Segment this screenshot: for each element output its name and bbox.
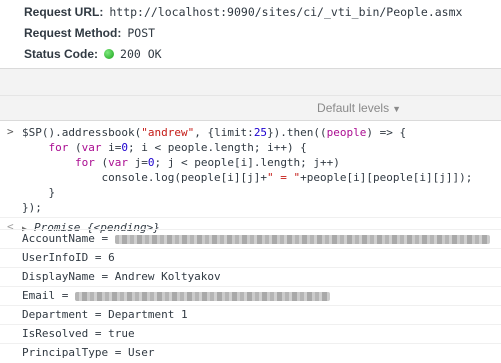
log-text-department: Department = Department 1 bbox=[22, 308, 188, 321]
log-text-isresolved: IsResolved = true bbox=[22, 327, 135, 340]
status-code-label: Status Code: bbox=[24, 47, 99, 61]
code-line-2[interactable]: for (var i=0; i < people.length; i++) { bbox=[22, 140, 307, 155]
log-entry: Email = bbox=[0, 286, 501, 306]
request-url-row: Request URL: http://localhost:9090/sites/… bbox=[24, 2, 462, 22]
status-code-row: Status Code: 200 OK bbox=[24, 44, 162, 64]
redacted-value bbox=[74, 291, 330, 301]
log-entry: PrincipalType = User bbox=[0, 343, 501, 363]
log-levels-dropdown[interactable]: Default levels ▼ bbox=[317, 96, 401, 120]
console-toolbar: Default levels ▼ bbox=[0, 96, 501, 121]
log-entry: DisplayName = Andrew Koltyakov bbox=[0, 267, 501, 287]
redacted-value bbox=[114, 234, 490, 244]
code-line-4[interactable]: console.log(people[i][j]+" = "+people[i]… bbox=[22, 170, 472, 185]
log-entry: IsResolved = true bbox=[0, 324, 501, 344]
request-headers-panel: Request URL: http://localhost:9090/sites/… bbox=[0, 0, 501, 68]
prompt-chevron-icon: > bbox=[7, 125, 14, 138]
log-levels-label: Default levels bbox=[317, 101, 390, 115]
request-method-row: Request Method: POST bbox=[24, 23, 155, 43]
request-url-label: Request URL: bbox=[24, 5, 104, 19]
log-text-accountname: AccountName = bbox=[22, 230, 490, 248]
log-text-principaltype: PrincipalType = User bbox=[22, 346, 155, 359]
console-output-area[interactable]: > $SP().addressbook("andrew", {limit:25}… bbox=[0, 121, 501, 363]
log-entry: UserInfoID = 6 bbox=[0, 248, 501, 268]
triangle-down-icon: ▼ bbox=[392, 104, 401, 114]
log-text-displayname: DisplayName = Andrew Koltyakov bbox=[22, 270, 221, 283]
status-code-value: 200 OK bbox=[120, 47, 162, 61]
request-method-value: POST bbox=[127, 26, 156, 40]
log-text-userinfoid: UserInfoID = 6 bbox=[22, 251, 115, 264]
code-line-1[interactable]: $SP().addressbook("andrew", {limit:25}).… bbox=[22, 125, 406, 140]
code-line-5[interactable]: } bbox=[22, 185, 55, 200]
log-entry: Department = Department 1 bbox=[0, 305, 501, 325]
panel-divider bbox=[0, 68, 501, 96]
status-ok-icon bbox=[104, 49, 115, 59]
log-text-email: Email = bbox=[22, 287, 330, 305]
request-url-value[interactable]: http://localhost:9090/sites/ci/_vti_bin/… bbox=[109, 5, 462, 19]
code-line-3[interactable]: for (var j=0; j < people[i].length; j++) bbox=[22, 155, 340, 170]
code-line-6[interactable]: }); bbox=[22, 200, 42, 215]
log-entry: AccountName = bbox=[0, 229, 501, 249]
request-method-label: Request Method: bbox=[24, 26, 122, 40]
